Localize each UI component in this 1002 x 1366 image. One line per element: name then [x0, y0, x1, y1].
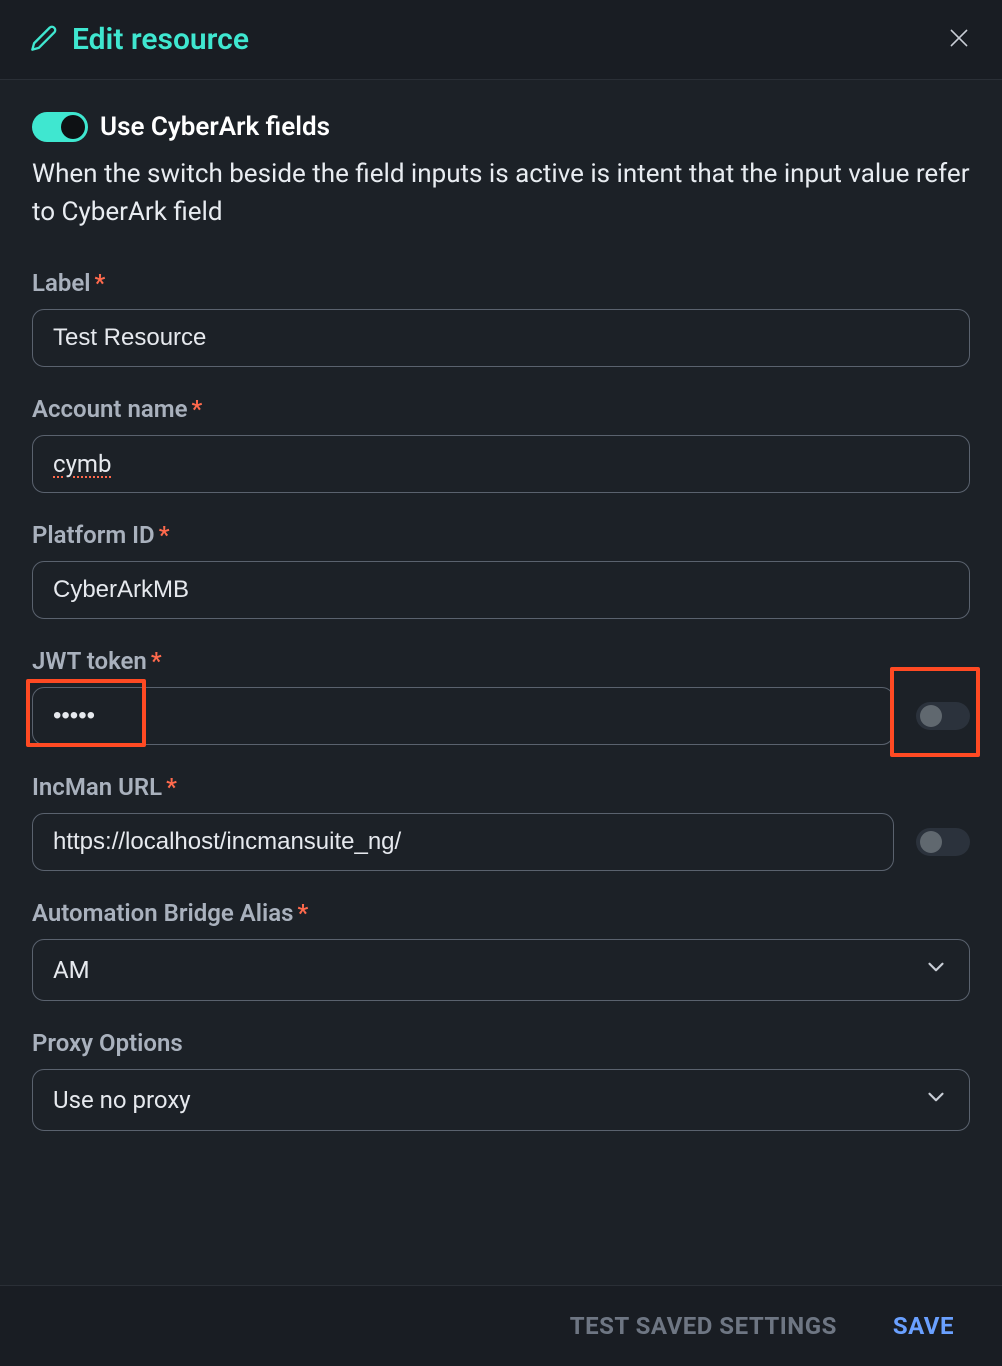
- close-icon: [946, 36, 972, 55]
- chevron-down-icon: [923, 1084, 949, 1116]
- field-automation-bridge: Automation Bridge Alias* AM: [32, 899, 970, 1001]
- modal-title: Edit resource: [72, 22, 946, 57]
- required-marker: *: [95, 269, 106, 297]
- chevron-down-icon: [923, 954, 949, 986]
- jwt-caption: JWT token*: [32, 647, 970, 675]
- field-platform-id: Platform ID*: [32, 521, 970, 619]
- save-button[interactable]: SAVE: [893, 1312, 954, 1340]
- jwt-input[interactable]: [32, 687, 894, 745]
- required-marker: *: [192, 395, 203, 423]
- platform-id-caption: Platform ID*: [32, 521, 970, 549]
- account-name-caption: Account name*: [32, 395, 970, 423]
- label-input[interactable]: [32, 309, 970, 367]
- cyberark-help-text: When the switch beside the field inputs …: [32, 156, 970, 231]
- field-label: Label*: [32, 269, 970, 367]
- required-marker: *: [166, 773, 177, 801]
- edit-resource-modal: Edit resource Use CyberArk fields When t…: [0, 0, 1002, 1366]
- incman-cyberark-toggle[interactable]: [916, 828, 970, 856]
- bridge-select[interactable]: AM: [32, 939, 970, 1001]
- proxy-caption: Proxy Options: [32, 1029, 970, 1057]
- modal-header: Edit resource: [0, 0, 1002, 80]
- required-marker: *: [298, 899, 309, 927]
- label-caption: Label*: [32, 269, 970, 297]
- proxy-select[interactable]: Use no proxy: [32, 1069, 970, 1131]
- field-proxy-options: Proxy Options Use no proxy: [32, 1029, 970, 1131]
- field-account-name: Account name* cymb: [32, 395, 970, 493]
- use-cyberark-toggle[interactable]: [32, 112, 88, 142]
- incman-caption: IncMan URL*: [32, 773, 970, 801]
- test-saved-settings-button[interactable]: TEST SAVED SETTINGS: [570, 1312, 837, 1340]
- required-marker: *: [159, 521, 170, 549]
- field-jwt-token: JWT token*: [32, 647, 970, 745]
- field-incman-url: IncMan URL*: [32, 773, 970, 871]
- proxy-select-value: Use no proxy: [53, 1086, 191, 1114]
- modal-footer: TEST SAVED SETTINGS SAVE: [0, 1285, 1002, 1366]
- edit-icon: [30, 24, 58, 56]
- platform-id-input[interactable]: [32, 561, 970, 619]
- modal-body: Use CyberArk fields When the switch besi…: [0, 80, 1002, 1285]
- jwt-cyberark-toggle[interactable]: [916, 702, 970, 730]
- required-marker: *: [151, 647, 162, 675]
- bridge-caption: Automation Bridge Alias*: [32, 899, 970, 927]
- close-button[interactable]: [946, 25, 972, 55]
- account-name-input[interactable]: cymb: [32, 435, 970, 493]
- use-cyberark-label: Use CyberArk fields: [100, 112, 330, 142]
- use-cyberark-row: Use CyberArk fields: [32, 112, 970, 142]
- bridge-select-value: AM: [53, 956, 90, 984]
- incman-input[interactable]: [32, 813, 894, 871]
